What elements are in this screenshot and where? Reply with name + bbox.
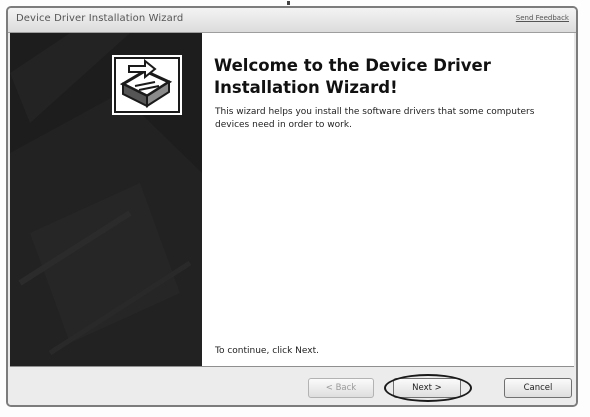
window-title: Device Driver Installation Wizard	[16, 13, 184, 24]
welcome-heading: Welcome to the Device Driver Installatio…	[214, 56, 491, 97]
scan-speck	[287, 1, 290, 5]
wizard-content: Welcome to the Device Driver Installatio…	[10, 33, 574, 367]
back-button[interactable]: < Back	[308, 378, 374, 398]
button-bar: < Back Next > Cancel	[8, 367, 576, 405]
device-installer-icon	[112, 55, 182, 115]
title-bar[interactable]: Device Driver Installation Wizard Send F…	[8, 8, 576, 33]
wizard-window: Device Driver Installation Wizard Send F…	[6, 6, 578, 407]
wizard-side-banner	[10, 33, 202, 366]
send-feedback-link[interactable]: Send Feedback	[516, 14, 569, 22]
screenshot: Device Driver Installation Wizard Send F…	[0, 0, 590, 417]
next-button[interactable]: Next >	[393, 378, 461, 398]
cancel-button[interactable]: Cancel	[504, 378, 572, 398]
wizard-description: This wizard helps you install the softwa…	[215, 107, 535, 130]
continue-instruction: To continue, click Next.	[215, 346, 319, 356]
